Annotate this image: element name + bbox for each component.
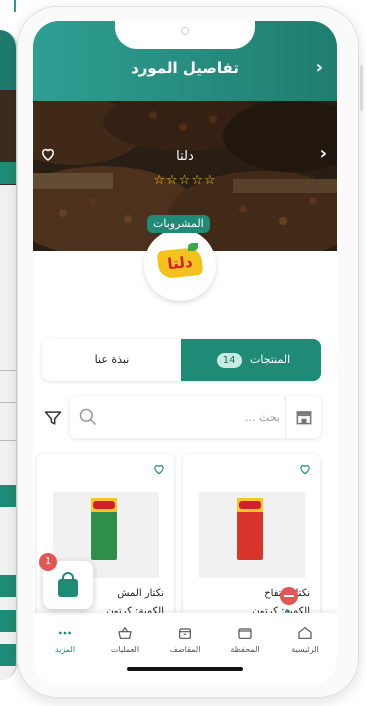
background-phone: [0, 30, 18, 680]
nav-item-label: الرئيسية: [291, 645, 319, 654]
app-screen: تفاصيل المورد › دلتا ☆☆☆☆☆ › المشروبات د…: [33, 21, 337, 685]
search-box: [70, 396, 321, 438]
supplier-tabs: 14 المنتجات نبذة عنا: [42, 339, 321, 381]
search-input[interactable]: [100, 406, 280, 428]
nav-item-wallet[interactable]: المحفظة: [215, 625, 275, 661]
basket-icon: [118, 626, 132, 639]
background-teal-bar: [0, 644, 16, 666]
canteen-icon: [179, 628, 191, 639]
juice-box-label: [93, 501, 115, 509]
wallet-icon: [238, 628, 252, 639]
chevron-right-icon[interactable]: ›: [316, 57, 323, 78]
cart-count-badge: 1: [39, 553, 57, 571]
product-name: نكتار المش: [117, 588, 164, 599]
supplier-name: دلتا: [176, 149, 194, 164]
decrease-quantity-button[interactable]: [280, 587, 298, 605]
products-count-badge: 14: [216, 352, 242, 368]
tab-about[interactable]: نبذة عنا: [42, 339, 182, 381]
store-button[interactable]: [285, 396, 321, 438]
heart-icon[interactable]: [152, 462, 166, 476]
store-icon: [296, 411, 312, 425]
category-badge: المشروبات: [147, 215, 210, 233]
tab-products-label: المنتجات: [250, 353, 291, 366]
page-title: تفاصيل المورد: [131, 59, 239, 77]
cart-button[interactable]: 1: [39, 553, 93, 609]
logo-wordmark: دلتا: [156, 246, 204, 280]
leaf-icon: [188, 243, 198, 251]
heart-icon[interactable]: [39, 145, 57, 163]
shopping-bag-icon: [58, 579, 78, 597]
background-divider: [0, 440, 16, 441]
rating-stars: ☆☆☆☆☆: [153, 173, 217, 188]
nav-item-label: المحفظة: [230, 645, 260, 654]
background-divider: [0, 370, 16, 371]
chevron-right-icon[interactable]: ›: [320, 143, 327, 164]
nav-item-more[interactable]: المزيد: [35, 625, 95, 661]
phone-frame: تفاصيل المورد › دلتا ☆☆☆☆☆ › المشروبات د…: [17, 6, 363, 698]
filter-icon[interactable]: [43, 408, 63, 428]
supplier-logo: دلتا: [144, 229, 216, 301]
background-teal-bar: [0, 162, 16, 184]
search-row: [33, 396, 337, 440]
more-icon: [59, 631, 71, 635]
phone-notch: [115, 21, 255, 49]
background-teal-bar: [0, 575, 16, 597]
home-indicator: [127, 667, 243, 671]
accent-line: [14, 0, 16, 12]
nav-item-label: المقاصف: [169, 645, 201, 654]
nav-item-label: المزيد: [54, 645, 76, 654]
background-teal-bar: [0, 485, 16, 507]
nav-item-operations[interactable]: العمليات: [95, 625, 155, 661]
nav-item-canteens[interactable]: المقاصف: [155, 625, 215, 661]
nav-item-home[interactable]: الرئيسية: [275, 625, 335, 661]
background-divider: [0, 402, 16, 403]
tab-about-label: نبذة عنا: [94, 353, 130, 366]
heart-icon[interactable]: [298, 462, 312, 476]
phone-side-button: [360, 65, 363, 111]
product-card[interactable]: نكتار التفاح الكمية: كرتون 1: [183, 454, 320, 636]
camera-icon: [181, 27, 189, 35]
juice-box-label: [239, 501, 261, 509]
nav-item-label: العمليات: [110, 645, 140, 654]
juice-box-image: [91, 498, 117, 560]
home-icon: [298, 627, 312, 639]
product-image: [199, 492, 305, 578]
search-icon[interactable]: [78, 407, 98, 427]
bottom-navigation: الرئيسية المحفظة المقاصف العمليات المزيد: [33, 613, 337, 685]
juice-box-image: [237, 498, 263, 560]
background-teal-bar: [0, 610, 16, 632]
tab-products[interactable]: 14 المنتجات: [181, 339, 321, 381]
